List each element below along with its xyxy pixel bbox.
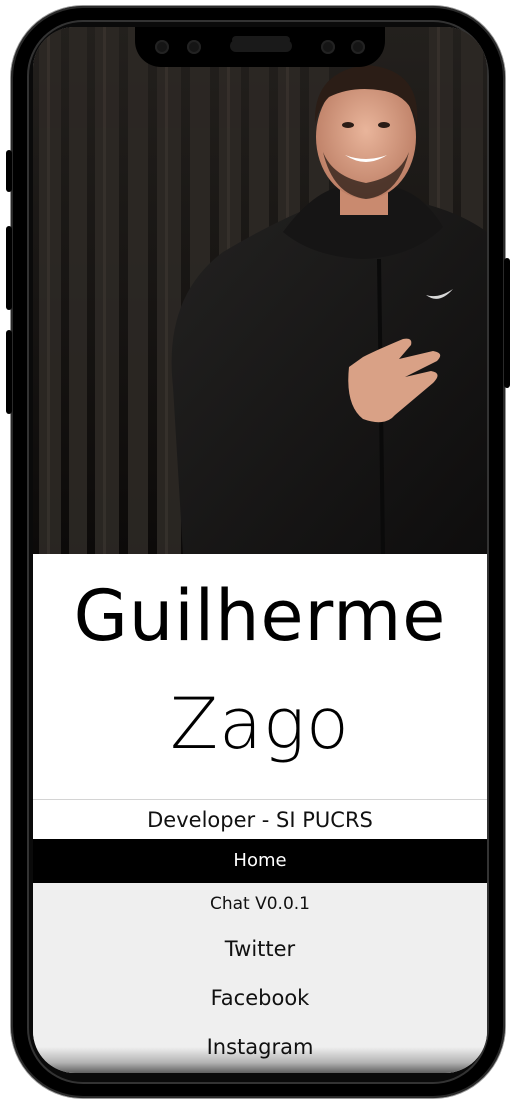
proximity-sensor-icon: [321, 40, 335, 54]
profile-photo: [33, 27, 487, 554]
profile-last-name: Zago: [170, 683, 350, 765]
nav-item-instagram[interactable]: Instagram: [33, 1023, 487, 1072]
phone-volume-down-button: [6, 330, 12, 414]
nav-item-twitter[interactable]: Twitter: [33, 925, 487, 974]
phone-volume-up-button: [6, 226, 12, 310]
divider: [33, 799, 487, 800]
nav-item-facebook[interactable]: Facebook: [33, 974, 487, 1023]
phone-mute-button: [6, 150, 12, 192]
sensor-icon: [155, 40, 169, 54]
phone-screen: Guilherme Zago Developer - SI PUCRS Home…: [33, 27, 487, 1073]
profile-first-name: Guilherme: [73, 575, 447, 657]
speaker-grill: [230, 40, 292, 52]
camera-icon: [187, 40, 201, 54]
profile-name: Guilherme Zago: [33, 554, 487, 799]
phone-power-button: [504, 258, 510, 388]
profile-subtitle: Developer - SI PUCRS: [147, 808, 373, 832]
nav-item-home[interactable]: Home: [33, 839, 487, 883]
phone-notch: [135, 27, 385, 67]
nav-item-chat[interactable]: Chat V0.0.1: [33, 883, 487, 925]
front-camera-icon: [351, 40, 365, 54]
main-nav: Home Chat V0.0.1 Twitter Facebook Instag…: [33, 839, 487, 1073]
